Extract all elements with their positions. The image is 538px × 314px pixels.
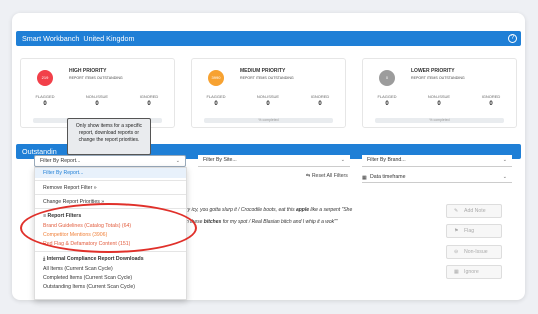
annotation-circle	[20, 203, 197, 253]
stat-non-issue: NON-ISSUE 0	[256, 94, 280, 107]
button-label: Flag	[464, 228, 475, 234]
stat-ignored: IGNORED 0	[310, 94, 330, 107]
flag-button[interactable]: ⚑ Flag	[446, 224, 502, 238]
header-title: Smart Workbanch	[22, 34, 80, 43]
workbench-header-bar: Smart Workbanch United Kingdom ?	[16, 31, 521, 46]
button-label: Ignore	[464, 269, 479, 275]
brand-filter-select[interactable]: Filter By Brand... ⌄	[362, 155, 512, 167]
priority-title: MEDIUM PRIORITY	[240, 68, 286, 74]
report-filter-select[interactable]: Filter By Report... ⌄	[34, 155, 186, 167]
priority-badge: 0	[379, 70, 395, 86]
brand-filter-value: Filter By Brand...	[367, 157, 406, 163]
ignore-icon: ▦	[454, 269, 459, 275]
menu-item-download[interactable]: All Items (Current Scan Cycle)	[43, 266, 113, 272]
chevron-down-icon: ⌄	[502, 174, 507, 180]
content-snippet-line: n these bitches for my spot / Real Blasi…	[186, 219, 338, 225]
priority-card-lower[interactable]: 0 LOWER PRIORITY REPORT ITEMS OUTSTANDIN…	[362, 58, 517, 128]
chevron-down-icon: ⌄	[340, 157, 345, 163]
header-location: United Kingdom	[83, 34, 135, 43]
progress-track: % completed	[375, 118, 504, 123]
progress-track: % completed	[204, 118, 333, 123]
date-timeframe-value: Data timeframe	[370, 174, 406, 180]
priority-subtitle: REPORT ITEMS OUTSTANDING	[69, 76, 123, 80]
chevron-down-icon: ⌄	[175, 158, 180, 164]
priority-card-medium[interactable]: 3990 MEDIUM PRIORITY REPORT ITEMS OUTSTA…	[191, 58, 346, 128]
reset-filters-link[interactable]: ⇆ Reset All Filters	[306, 173, 348, 179]
priority-title: LOWER PRIORITY	[411, 68, 455, 74]
priority-title: HIGH PRIORITY	[69, 68, 107, 74]
highlighted-term: bitches	[203, 219, 222, 225]
flag-icon: ⚑	[454, 228, 459, 234]
tooltip: Only show items for a specific report, d…	[67, 118, 151, 155]
stat-non-issue: NON-ISSUE 0	[85, 94, 109, 107]
stat-flagged: FLAGGED 0	[35, 94, 55, 107]
download-icon: ⤓	[43, 256, 46, 262]
reset-icon: ⇆	[306, 173, 311, 179]
site-filter-select[interactable]: Filter By Site... ⌄	[198, 155, 350, 167]
stat-non-issue: NON-ISSUE 0	[427, 94, 451, 107]
priority-badge: 3990	[208, 70, 224, 86]
question-circle-icon[interactable]: ?	[508, 34, 517, 43]
downloads-header: ⤓ Internal Compliance Report Downloads	[43, 256, 144, 262]
menu-item-download[interactable]: Outstanding Items (Current Scan Cycle)	[43, 284, 135, 290]
chevron-down-icon: ⌄	[502, 157, 507, 163]
ignore-button[interactable]: ▦ Ignore	[446, 265, 502, 279]
reset-filters-label: Reset All Filters	[311, 173, 348, 179]
tooltip-line: report, download reports or	[78, 130, 140, 136]
content-snippet-line: ry icy, you gotta slurp it / Crocodile b…	[186, 207, 353, 213]
highlighted-term: apple	[295, 207, 310, 213]
menu-item-selected[interactable]: Filter By Report...	[35, 168, 186, 178]
button-label: Non-Issue	[464, 249, 488, 255]
add-note-button[interactable]: ✎ Add Note	[446, 204, 502, 218]
stat-flagged: FLAGGED 0	[206, 94, 226, 107]
stat-ignored: IGNORED 0	[139, 94, 159, 107]
site-filter-value: Filter By Site...	[203, 157, 237, 163]
report-filter-value: Filter By Report...	[40, 158, 81, 164]
tooltip-line: Only show items for a specific	[75, 123, 143, 129]
priority-subtitle: REPORT ITEMS OUTSTANDING	[240, 76, 294, 80]
minus-circle-icon: ⊖	[454, 249, 459, 255]
calendar-icon: ▦	[362, 175, 367, 181]
priority-badge: 219	[37, 70, 53, 86]
button-label: Add Note	[464, 208, 486, 214]
stat-flagged: FLAGGED 0	[377, 94, 397, 107]
date-timeframe-select[interactable]: ▦ Data timeframe ⌄	[362, 172, 512, 183]
tooltip-line: change the report priorities.	[78, 137, 140, 143]
menu-item-remove-filter[interactable]: Remove Report Filter »	[43, 185, 97, 191]
menu-item-download[interactable]: Completed Items (Current Scan Cycle)	[43, 275, 132, 281]
non-issue-button[interactable]: ⊖ Non-Issue	[446, 245, 502, 259]
stat-ignored: IGNORED 0	[481, 94, 501, 107]
priority-subtitle: REPORT ITEMS OUTSTANDING	[411, 76, 465, 80]
edit-icon: ✎	[454, 208, 459, 214]
